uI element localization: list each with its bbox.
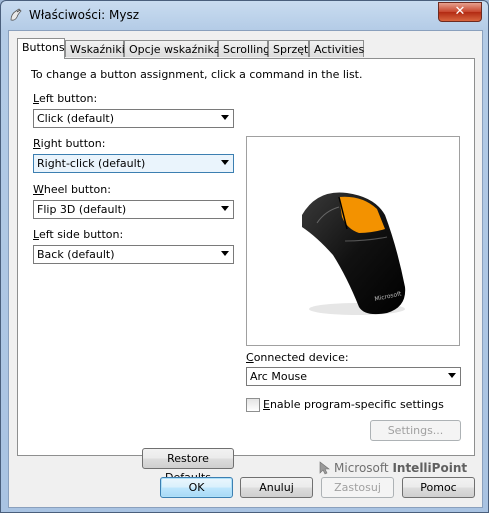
help-button[interactable]: Pomoc <box>402 477 475 498</box>
tab-wskazniki[interactable]: Wskaźniki <box>65 40 125 57</box>
mouse-preview-image: Microsoft <box>246 136 460 346</box>
cancel-button[interactable]: Anuluj <box>240 477 313 498</box>
left-button-label: Left button: <box>33 92 98 105</box>
close-button[interactable]: ✕ <box>438 2 482 22</box>
right-button-value: Right-click (default) <box>37 157 146 170</box>
tab-scrolling[interactable]: Scrolling <box>218 40 270 57</box>
chevron-down-icon <box>221 160 229 165</box>
cursor-logo-icon <box>319 461 330 475</box>
window-title: Właściwości: Mysz <box>29 8 140 22</box>
left-button-dropdown[interactable]: Click (default) <box>33 109 234 128</box>
ok-button[interactable]: OK <box>160 477 233 498</box>
intellipoint-brand: Microsoft IntelliPoint <box>334 461 468 475</box>
tab-buttons[interactable]: Buttons <box>17 38 65 59</box>
connected-device-dropdown[interactable]: Arc Mouse <box>246 367 461 386</box>
buttons-tab-panel: To change a button assignment, click a c… <box>17 58 475 484</box>
tab-opcje-wskaznika[interactable]: Opcje wskaźnika <box>124 40 220 57</box>
tab-activities[interactable]: Activities <box>309 40 364 57</box>
close-icon: ✕ <box>454 4 466 19</box>
chevron-down-icon <box>221 115 229 120</box>
dialog-client-area: Buttons Wskaźniki Opcje wskaźnika Scroll… <box>8 30 483 508</box>
right-button-dropdown[interactable]: Right-click (default) <box>33 154 234 173</box>
mouse-properties-window: Właściwości: Mysz ✕ Buttons Wskaźniki Op… <box>0 0 489 513</box>
left-side-button-label: Left side button: <box>33 228 124 241</box>
connected-device-label: Connected device: <box>246 351 349 364</box>
tab-sprzet[interactable]: Sprzęt <box>268 40 309 57</box>
chevron-down-icon <box>448 373 456 378</box>
right-button-label: Right button: <box>33 137 106 150</box>
instruction-text: To change a button assignment, click a c… <box>31 68 363 81</box>
left-side-button-value: Back (default) <box>37 248 115 261</box>
restore-defaults-button[interactable]: Restore Defaults <box>142 448 234 484</box>
apply-button[interactable]: Zastosuj <box>321 477 394 498</box>
chevron-down-icon <box>221 206 229 211</box>
arc-mouse-illustration: Microsoft <box>302 192 406 315</box>
program-specific-label[interactable]: Enable program-specific settings <box>263 398 444 411</box>
left-side-button-dropdown[interactable]: Back (default) <box>33 245 234 264</box>
mouse-app-icon <box>10 8 22 21</box>
settings-button[interactable]: Settings... <box>370 420 461 441</box>
wheel-button-value: Flip 3D (default) <box>37 203 127 216</box>
wheel-button-label: Wheel button: <box>33 183 111 196</box>
wheel-button-dropdown[interactable]: Flip 3D (default) <box>33 200 234 219</box>
left-button-value: Click (default) <box>37 112 114 125</box>
connected-device-value: Arc Mouse <box>250 370 308 383</box>
program-specific-checkbox[interactable] <box>246 398 260 412</box>
title-bar[interactable]: Właściwości: Mysz ✕ <box>1 1 488 29</box>
chevron-down-icon <box>221 251 229 256</box>
